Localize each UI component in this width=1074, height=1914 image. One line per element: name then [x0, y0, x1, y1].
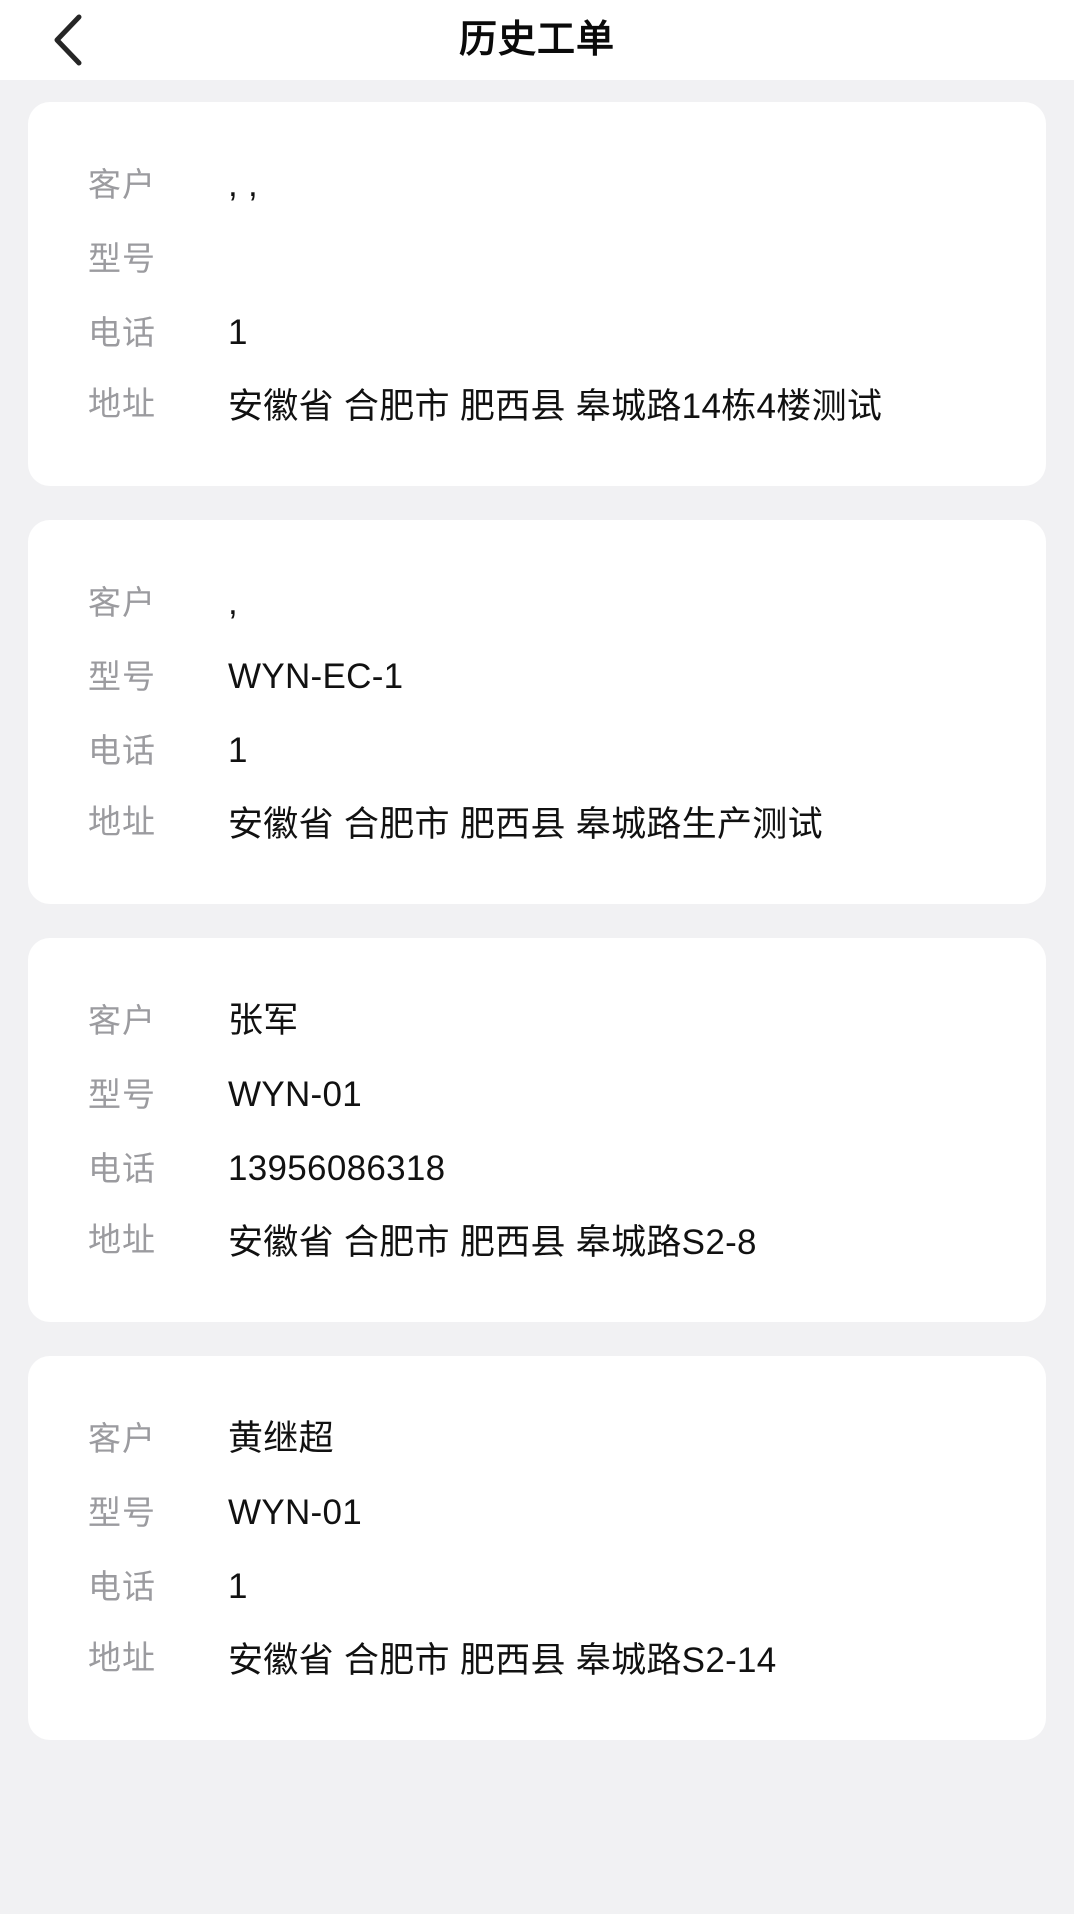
- field-row-address: 地址 安徽省 合肥市 肥西县 皋城路S2-8: [28, 1206, 1046, 1280]
- field-label-customer: 客户: [88, 1420, 156, 1457]
- field-row-phone: 电话 1: [28, 714, 1046, 788]
- field-row-phone: 电话 1: [28, 296, 1046, 370]
- field-row-model: 型号 WYN-01: [28, 1476, 1046, 1550]
- field-value-model: WYN-01: [228, 1075, 363, 1114]
- field-label-customer: 客户: [88, 1002, 156, 1039]
- field-row-customer: 客户 , ,: [28, 148, 1046, 222]
- field-row-model: 型号: [28, 222, 1046, 296]
- field-value-phone: 1: [228, 1567, 248, 1606]
- field-value-phone: 1: [228, 313, 248, 352]
- field-row-phone: 电话 1: [28, 1550, 1046, 1624]
- field-row-address: 地址 安徽省 合肥市 肥西县 皋城路14栋4楼测试: [28, 370, 1046, 444]
- field-label-address: 地址: [88, 803, 156, 840]
- field-value-customer: , ,: [228, 165, 259, 204]
- field-value-phone: 13956086318: [228, 1149, 446, 1188]
- field-label-model: 型号: [88, 240, 156, 277]
- field-label-phone: 电话: [88, 732, 156, 769]
- field-row-customer: 客户 ,: [28, 566, 1046, 640]
- field-row-address: 地址 安徽省 合肥市 肥西县 皋城路S2-14: [28, 1624, 1046, 1698]
- field-value-phone: 1: [228, 731, 248, 770]
- order-card[interactable]: 客户 , , 型号 电话 1 地址 安徽省 合肥市 肥西县 皋城路14栋4楼测试: [28, 102, 1046, 486]
- field-label-address: 地址: [88, 1639, 156, 1676]
- app-header: 历史工单: [0, 0, 1074, 80]
- field-row-model: 型号 WYN-EC-1: [28, 640, 1046, 714]
- field-row-customer: 客户 张军: [28, 984, 1046, 1058]
- field-value-customer: ,: [228, 583, 239, 622]
- order-card[interactable]: 客户 黄继超 型号 WYN-01 电话 1 地址 安徽省 合肥市 肥西县 皋城路…: [28, 1356, 1046, 1740]
- field-value-address: 安徽省 合肥市 肥西县 皋城路生产测试: [228, 805, 823, 844]
- field-row-customer: 客户 黄继超: [28, 1402, 1046, 1476]
- order-list[interactable]: 客户 , , 型号 电话 1 地址 安徽省 合肥市 肥西县 皋城路14栋4楼测试…: [0, 80, 1074, 1914]
- page-title: 历史工单: [458, 19, 615, 61]
- field-value-customer: 张军: [228, 1001, 299, 1040]
- order-card[interactable]: 客户 张军 型号 WYN-01 电话 13956086318 地址 安徽省 合肥…: [28, 938, 1046, 1322]
- field-row-phone: 电话 13956086318: [28, 1132, 1046, 1206]
- field-row-address: 地址 安徽省 合肥市 肥西县 皋城路生产测试: [28, 788, 1046, 862]
- field-value-customer: 黄继超: [228, 1419, 334, 1458]
- field-label-customer: 客户: [88, 166, 156, 203]
- order-card[interactable]: 客户 , 型号 WYN-EC-1 电话 1 地址 安徽省 合肥市 肥西县 皋城路…: [28, 520, 1046, 904]
- field-value-model: [228, 222, 1012, 296]
- field-value-model: WYN-01: [228, 1493, 363, 1532]
- field-label-address: 地址: [88, 1221, 156, 1258]
- field-label-address: 地址: [88, 385, 156, 422]
- field-row-model: 型号 WYN-01: [28, 1058, 1046, 1132]
- field-value-model: WYN-EC-1: [228, 657, 404, 696]
- field-value-address: 安徽省 合肥市 肥西县 皋城路S2-8: [228, 1223, 757, 1262]
- field-label-model: 型号: [88, 1076, 156, 1113]
- back-button[interactable]: [26, 0, 110, 80]
- field-label-phone: 电话: [88, 1568, 156, 1605]
- field-value-address: 安徽省 合肥市 肥西县 皋城路14栋4楼测试: [228, 387, 883, 426]
- field-label-model: 型号: [88, 1494, 156, 1531]
- field-label-model: 型号: [88, 658, 156, 695]
- field-label-phone: 电话: [88, 1150, 156, 1187]
- chevron-left-icon: [51, 14, 85, 66]
- field-value-address: 安徽省 合肥市 肥西县 皋城路S2-14: [228, 1641, 777, 1680]
- field-label-customer: 客户: [88, 584, 156, 621]
- field-label-phone: 电话: [88, 314, 156, 351]
